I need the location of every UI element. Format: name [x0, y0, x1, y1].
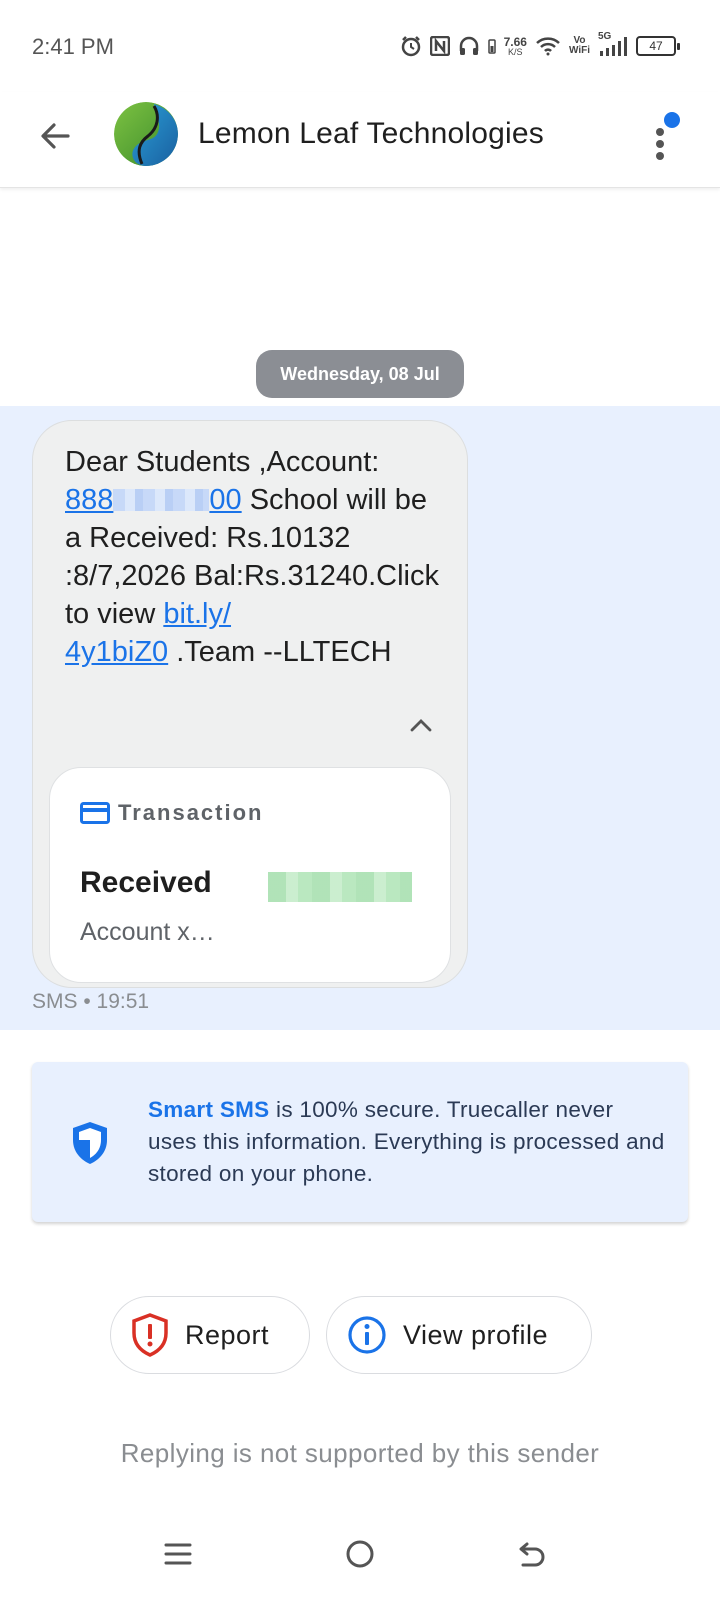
message-signature: .Team --LLTECH — [168, 636, 392, 668]
message-highlight-area: Dear Students ,Account: 888 00 School wil… — [0, 406, 720, 1030]
back-gesture-icon — [519, 1542, 545, 1567]
redacted-amount — [268, 872, 412, 902]
credit-card-icon — [80, 802, 110, 824]
view-profile-label: View profile — [403, 1319, 549, 1350]
battery-small-icon — [487, 38, 496, 54]
sender-name[interactable]: Lemon Leaf Technologies — [198, 117, 544, 151]
home-nav-button[interactable] — [340, 1534, 380, 1574]
signal-icon: 5G — [598, 31, 628, 57]
smart-sms-banner: Smart SMS is 100% secure. Truecaller nev… — [32, 1062, 688, 1222]
transaction-card[interactable]: Transaction Received Account x… — [49, 767, 451, 983]
card-title: Received — [80, 866, 212, 899]
navigation-bar — [0, 1520, 720, 1600]
report-label: Report — [185, 1319, 270, 1350]
more-vert-dot — [656, 140, 664, 148]
wifi-icon — [535, 36, 561, 56]
battery-icon: 47 — [636, 36, 680, 56]
view-profile-button[interactable]: View profile — [326, 1296, 592, 1374]
card-subtitle: Account x… — [80, 918, 215, 946]
home-circle-icon — [346, 1540, 374, 1568]
sender-avatar[interactable] — [114, 102, 178, 166]
net-speed: 7.66 K/S — [503, 34, 527, 57]
lemon-leaf-logo-icon — [114, 102, 178, 166]
message-line: Dear Students ,Account: — [65, 446, 380, 478]
status-time: 2:41 PM — [32, 34, 114, 59]
arrow-back-icon — [41, 123, 70, 149]
app-bar: Lemon Leaf Technologies — [0, 92, 720, 188]
notification-dot — [664, 112, 680, 128]
chevron-up-icon — [410, 719, 432, 732]
account-number-link[interactable]: 888 00 — [65, 484, 242, 516]
more-vert-dot — [656, 152, 664, 160]
redacted-blur — [113, 489, 210, 511]
card-header: Transaction — [80, 800, 263, 826]
back-nav-button[interactable] — [512, 1534, 552, 1574]
back-button[interactable] — [36, 116, 76, 156]
report-shield-icon — [132, 1313, 168, 1357]
reply-not-supported-note: Replying is not supported by this sender — [120, 1438, 600, 1468]
shield-icon — [73, 1122, 107, 1164]
nfc-icon — [429, 36, 450, 56]
message-meta: SMS • 19:51 — [32, 990, 150, 1013]
date-chip: Wednesday, 08 Jul — [256, 350, 464, 398]
collapse-button[interactable] — [405, 709, 437, 741]
menu-icon — [164, 1543, 192, 1565]
headset-icon — [458, 35, 480, 57]
more-options-button[interactable] — [644, 112, 680, 168]
message-bubble[interactable]: Dear Students ,Account: 888 00 School wil… — [32, 420, 468, 988]
card-header-label: Transaction — [118, 800, 264, 825]
more-vert-icon — [656, 128, 664, 136]
smart-sms-text: Smart SMS is 100% secure. Truecaller nev… — [148, 1094, 668, 1190]
alarm-icon — [400, 35, 422, 57]
smart-sms-highlight: Smart SMS — [148, 1097, 270, 1122]
status-bar: 2:41 PM 7.66 K/S Vo WiFi 5G 47 — [0, 0, 720, 92]
info-icon — [348, 1316, 386, 1354]
report-button[interactable]: Report — [110, 1296, 310, 1374]
menu-nav-button[interactable] — [158, 1534, 198, 1574]
message-text: Dear Students ,Account: 888 00 School wil… — [65, 443, 445, 671]
status-icons: 7.66 K/S Vo WiFi 5G 47 — [400, 30, 680, 62]
vowifi-label: Vo WiFi — [568, 35, 590, 56]
